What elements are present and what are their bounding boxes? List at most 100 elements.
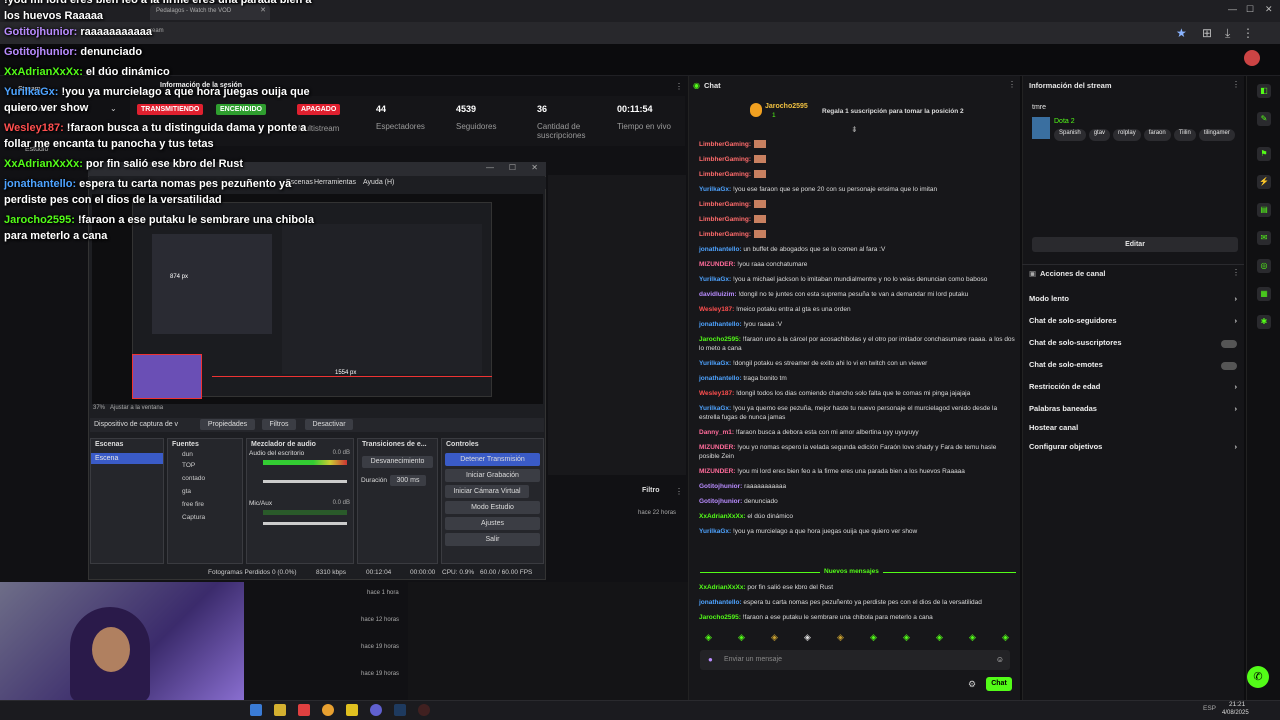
studio-mode-button[interactable]: Modo Estudio [445,501,540,514]
properties-button[interactable]: Propiedades [200,419,255,430]
gear-icon[interactable]: ⚙ [968,679,976,690]
chat-message[interactable]: YurilkaGx: !you ya murcielago a que hora… [699,527,1015,536]
virtual-camera-button[interactable]: Iniciar Cámara Virtual [445,485,529,498]
window-close-icon[interactable]: ✕ [1265,4,1273,15]
lightning-icon[interactable]: ⚡ [1257,175,1271,189]
emote-icon[interactable]: ◈ [870,632,877,643]
chat-bubble-icon[interactable]: ✉ [1257,231,1271,245]
maximize-icon[interactable]: ☐ [1246,4,1254,15]
chat-message[interactable]: YurilkaGx: !you a michael jackson lo imi… [699,275,1015,284]
file-explorer-icon[interactable] [274,704,286,716]
notes-icon[interactable] [346,704,358,716]
chat-message[interactable]: XxAdrianXxXx: por fin salió ese kbro del… [699,583,1015,592]
action-goals[interactable]: Configurar objetivos › [1029,442,1239,456]
emote-icon[interactable]: ◈ [771,632,778,643]
source-item[interactable]: Captura [168,511,242,524]
chat-username[interactable]: LimbherGaming: [699,231,751,238]
chat-message[interactable]: Jarocho2595: !faraon a ese putaku le sem… [699,613,1015,622]
chat-username[interactable]: Gotitojhunior: [699,498,742,505]
download-icon[interactable]: ⤓ [1225,26,1230,41]
obs-icon[interactable] [418,704,430,716]
top-gifter[interactable]: Jarocho2595 [765,103,808,110]
chat-username[interactable]: Jarocho2595: [699,614,741,621]
avatar[interactable] [1244,50,1260,66]
action-age-restriction[interactable]: Restricción de edad › [1029,382,1239,396]
action-subscribers-only[interactable]: Chat de solo-suscriptores [1029,338,1239,352]
chat-message[interactable]: Wesley187: !meico potaku entra al gta es… [699,305,1015,314]
menu-item-help[interactable]: Ayuda (H) [363,179,394,186]
emote-icon[interactable]: ◈ [1002,632,1009,643]
tag[interactable]: Tiilin [1173,129,1196,141]
emoji-icon[interactable]: ☺ [996,655,1004,664]
window-close-icon[interactable]: ✕ [531,163,538,172]
toggle-switch[interactable] [1221,362,1237,370]
transition-select[interactable]: Desvanecimiento [362,456,433,468]
chat-message[interactable]: Jarocho2595: !faraon uno a la cárcel por… [699,335,1015,353]
action-slow-mode[interactable]: Modo lento › [1029,294,1239,308]
chat-username[interactable]: LimbherGaming: [699,141,751,148]
action-host-channel[interactable]: Hostear canal [1029,423,1239,437]
edit-button[interactable]: Editar [1032,237,1238,252]
chat-username[interactable]: jonathantello: [699,321,742,328]
clip-icon[interactable]: ▤ [1257,203,1271,217]
chat-username[interactable]: YurilkaGx: [699,186,731,193]
pin-icon[interactable]: ⇟ [851,125,858,134]
chat-message[interactable]: davidluizim: !dongil no te juntes con es… [699,290,1015,299]
emote-icon[interactable]: ◈ [903,632,910,643]
chat-username[interactable]: Wesley187: [699,306,734,313]
chat-message[interactable]: Gotitojhunior: denunciado [699,497,1015,506]
wrench-icon[interactable]: ✱ [1257,315,1271,329]
menu-dots-icon[interactable]: ⋮ [1232,80,1240,89]
gift-cta[interactable]: Regala 1 suscripción para tomar la posic… [822,108,964,115]
clock-date[interactable]: 4/08/2025 [1222,710,1249,716]
chat-username[interactable]: YurilkaGx: [699,276,731,283]
chat-message[interactable]: YurilkaGx: !you ya quemo ese pezuña, mej… [699,404,1015,422]
send-chat-button[interactable]: Chat [986,677,1012,691]
emote-icon[interactable]: ◈ [738,632,745,643]
chat-input[interactable]: ● Enviar un mensaje ☺ [700,650,1010,670]
deactivate-button[interactable]: Desactivar [305,419,353,430]
chat-username[interactable]: jonathantello: [699,599,742,606]
chat-message[interactable]: LimbherGaming: [699,155,1015,164]
action-banned-words[interactable]: Palabras baneadas › [1029,404,1239,418]
tag[interactable]: faraon [1143,129,1171,141]
chat-message[interactable]: MIZUNDER: !you yo nomas espero la velada… [699,443,1015,461]
chat-message[interactable]: jonathantello: traga bonito tm [699,374,1015,383]
chat-message[interactable]: jonathantello: !you raaaa :V [699,320,1015,329]
start-icon[interactable] [250,704,262,716]
chat-username[interactable]: YurilkaGx: [699,360,731,367]
chrome-icon[interactable] [322,704,334,716]
category-name[interactable]: Dota 2 [1054,118,1075,125]
chat-message[interactable]: Wesley187: !dongil todos los dias comien… [699,389,1015,398]
chat-username[interactable]: LimbherGaming: [699,171,751,178]
minimize-icon[interactable]: — [1228,4,1237,14]
mic-icon[interactable]: ● [708,655,713,664]
exit-button[interactable]: Salir [445,533,540,546]
tag[interactable]: gtav [1088,129,1111,141]
brave-icon[interactable] [298,704,310,716]
support-chat-icon[interactable]: ✆ [1247,666,1269,688]
scene-item[interactable]: Escena [91,453,163,464]
category-thumbnail[interactable] [1032,117,1050,139]
clock-time[interactable]: 21:21 [1229,701,1245,708]
chat-username[interactable]: XxAdrianXxXx: [699,584,746,591]
layout-icon[interactable]: ▦ [1257,287,1271,301]
emote-icon[interactable]: ◈ [837,632,844,643]
chat-message[interactable]: YurilkaGx: !dongil potaku es streamer de… [699,359,1015,368]
source-item[interactable]: TOP [168,459,242,472]
tag[interactable]: rolplay [1113,129,1141,141]
source-item[interactable]: free fire [168,498,242,511]
volume-slider[interactable] [263,522,347,525]
source-item[interactable]: gta [168,485,242,498]
emote-icon[interactable]: ◈ [804,632,811,643]
chat-username[interactable]: jonathantello: [699,375,742,382]
emote-icon[interactable]: ◈ [969,632,976,643]
bookmark-star-icon[interactable]: ★ [1176,26,1187,40]
volume-slider[interactable] [263,480,347,483]
chat-message[interactable]: MIZUNDER: !you raaa conchatumare [699,260,1015,269]
chat-username[interactable]: MIZUNDER: [699,444,735,451]
language-indicator[interactable]: ESP [1203,705,1216,712]
action-emotes-only[interactable]: Chat de solo-emotes [1029,360,1239,374]
chat-message[interactable]: XxAdrianXxXx: el dúo dinámico [699,512,1015,521]
minimize-icon[interactable]: — [486,163,494,172]
